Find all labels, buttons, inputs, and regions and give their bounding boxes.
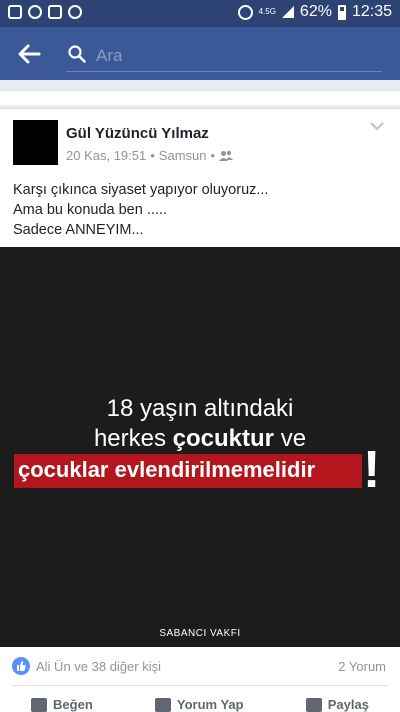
post-date[interactable]: 20 Kas, 19:51 [66,148,146,163]
messenger-icon [68,5,82,19]
post-location[interactable]: Samsun [159,148,207,163]
feed-post: Gül Yüzüncü Yılmaz 20 Kas, 19:51 • Samsu… [0,108,400,712]
image-banner-text: çocuklar evlendirilmemelidir [18,457,316,482]
clock: 12:35 [351,3,392,20]
share-label: Paylaş [327,697,369,712]
comments-count[interactable]: 2 Yorum [338,659,386,674]
notification-icons [8,5,82,19]
search-icon [68,45,86,63]
image-text-line: 18 yaşın altındaki [106,395,294,422]
post-text-line: Ama bu konuda ben ..... [13,202,167,218]
reactions-summary[interactable]: Ali Ün ve 38 diğer kişi [12,657,161,675]
battery-icon [337,4,346,20]
whatsapp-icon [28,5,42,19]
comment-label: Yorum Yap [176,697,244,712]
thumbs-up-icon [31,697,48,712]
system-indicators: 4.5G 62% 12:35 [237,3,392,21]
comment-icon [154,697,171,712]
image-text-word: herkes [93,425,166,452]
like-reaction-icon [12,657,30,675]
comment-button[interactable]: Yorum Yap [154,697,244,712]
network-type: 4.5G [258,7,276,16]
post-actions: Beğen Yorum Yap Paylaş [0,697,400,712]
post-text-line: Karşı çıkınca siyaset yapıyor oluyoruz..… [13,182,269,198]
divider [12,685,388,686]
top-bar [0,27,400,80]
chevron-down-icon[interactable] [370,121,384,131]
meta-separator: • [150,148,155,163]
back-arrow-icon[interactable] [16,41,42,67]
avatar[interactable] [13,120,58,165]
exclamation-mark: ! [363,441,381,499]
post-text: Karşı çıkınca siyaset yapıyor oluyoruz..… [13,180,268,240]
search-input[interactable] [94,41,378,71]
alarm-icon [237,4,253,20]
image-text-line: herkes çocuktur ve [0,425,400,453]
like-button[interactable]: Beğen [31,697,93,712]
post-image[interactable]: 18 yaşın altındaki herkes çocuktur ve ço… [0,247,400,647]
gallery-icon [8,5,22,19]
like-label: Beğen [53,697,93,712]
battery-percent: 62% [299,3,332,20]
previous-card-edge [0,90,400,105]
instagram-icon [48,5,62,19]
image-text-word: ve [280,425,307,452]
status-bar: 4.5G 62% 12:35 [0,0,400,27]
post-author[interactable]: Gül Yüzüncü Yılmaz [66,125,209,142]
meta-separator: • [210,148,216,163]
share-button[interactable]: Paylaş [305,697,369,712]
brand-logo: SABANCI VAKFI [159,628,241,639]
post-meta: 20 Kas, 19:51 • Samsun • [66,148,234,163]
post-text-line: Sadece ANNEYIM... [13,222,144,238]
image-text-bold: çocuktur [172,425,275,452]
friends-icon [219,150,234,161]
reactions-text: Ali Ün ve 38 diğer kişi [36,658,161,674]
signal-icon [281,6,294,18]
share-icon [305,697,322,712]
search-bar[interactable] [66,41,382,72]
